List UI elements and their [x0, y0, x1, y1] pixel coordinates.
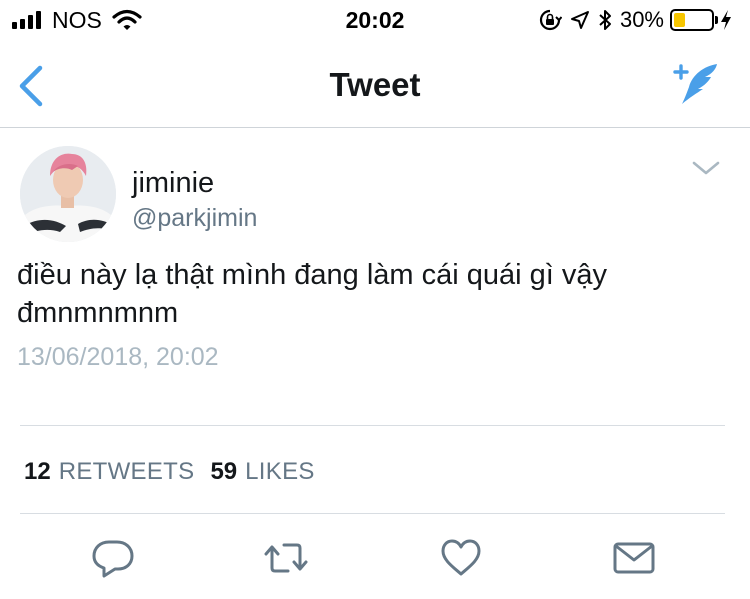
reply-icon[interactable]	[91, 538, 135, 578]
location-arrow-icon	[570, 11, 589, 29]
likes-label[interactable]: LIKES	[245, 458, 315, 486]
charging-bolt-icon	[721, 10, 731, 30]
tweet-stats: 12 RETWEETS 59 LIKES	[24, 458, 331, 486]
compose-tweet-icon[interactable]	[670, 60, 722, 108]
tweet-author-name[interactable]: jiminie	[132, 167, 214, 200]
page-title: Tweet	[329, 66, 421, 103]
battery-icon	[670, 9, 718, 31]
tweet-text: điều này lạ thật mình đang làm cái quái …	[17, 259, 608, 329]
chevron-down-icon[interactable]	[691, 158, 721, 178]
orientation-lock-icon	[539, 9, 562, 31]
retweet-icon[interactable]	[264, 538, 308, 578]
envelope-icon[interactable]	[612, 538, 656, 578]
avatar[interactable]	[20, 146, 116, 242]
divider	[20, 425, 725, 426]
chevron-left-icon[interactable]	[12, 62, 52, 110]
likes-count[interactable]: 59	[210, 458, 237, 486]
divider	[20, 513, 725, 514]
tweet-timestamp: 13/06/2018, 20:02	[17, 343, 219, 371]
status-bar: NOS 20:02 30%	[0, 0, 750, 40]
retweets-count[interactable]: 12	[24, 458, 51, 486]
battery-percent: 30%	[619, 7, 664, 32]
tweet-author-handle[interactable]: @parkjimin	[132, 204, 257, 233]
battery-level-fill	[674, 13, 685, 27]
status-bar-right: 30%	[538, 6, 740, 34]
navigation-bar: Tweet	[0, 40, 750, 128]
bluetooth-icon	[599, 10, 611, 30]
heart-icon[interactable]	[439, 538, 483, 578]
retweets-label[interactable]: RETWEETS	[59, 458, 195, 486]
